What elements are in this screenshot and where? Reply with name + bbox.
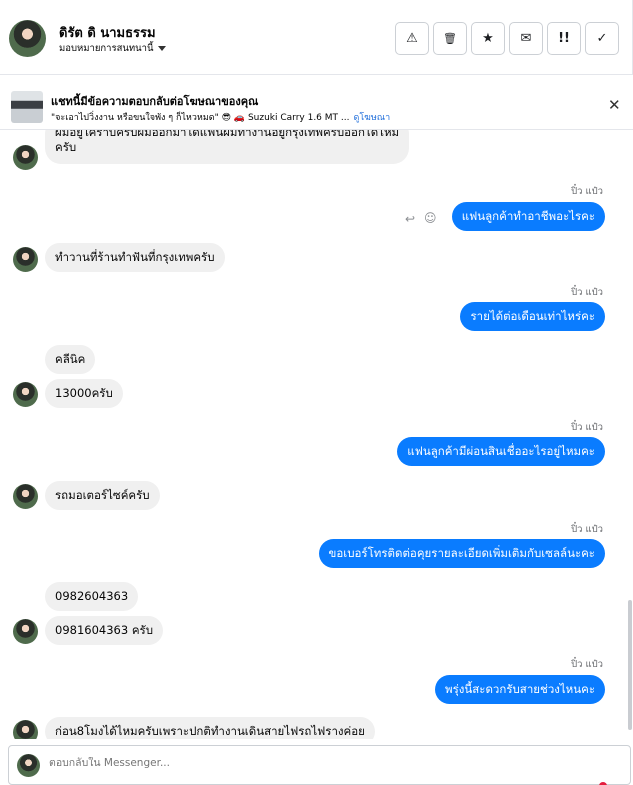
conversation-header: ดิรัต ดิ นามธรรม มอบหมายการสนทนานี้ ⚠ 🗑 … [0, 0, 633, 75]
ad-reply-banner: แชทนี้มีข้อความตอบกลับต่อโฆษณาของคุณ "จะ… [0, 82, 633, 130]
message-text: ทำวานที่ร้านทำฟันที่กรุงเทพครับ [55, 250, 215, 264]
envelope-open-icon: ✉ [520, 31, 532, 46]
emoji-icon[interactable]: ☺ [424, 211, 437, 225]
message-text: ก่อน8โมงได้ไหมครับเพราะปกติทำงานเดินสายไ… [55, 724, 365, 738]
message-text: 0982604363 [55, 589, 129, 603]
incoming-message[interactable]: คลีนิค [45, 345, 96, 374]
contact-name[interactable]: ดิรัต ดิ นามธรรม [59, 22, 156, 43]
follow-up-button[interactable]: !! [547, 22, 581, 55]
outgoing-message[interactable]: พรุ่งนี้สะดวกรับสายช่วงไหนคะ [435, 675, 605, 704]
message-text: 13000ครับ [55, 386, 113, 400]
exclamation-icon: !! [558, 31, 570, 46]
thread-scrollbar[interactable] [628, 130, 632, 739]
outgoing-message[interactable]: รายได้ต่อเดือนเท่าไหร่คะ [460, 302, 605, 331]
ad-thumbnail[interactable] [11, 91, 43, 123]
outgoing-message[interactable]: แฟนลูกค้าทำอาชีพอะไรคะ [451, 202, 605, 231]
message-text: คลีนิค [55, 352, 86, 366]
message-text: รถมอเตอร์ไซค์ครับ [55, 488, 150, 502]
message-thread[interactable]: ผมอยู่ใครำบครับผมออกมาได้แฟนผมทำงานอยู่ก… [0, 130, 633, 739]
message-text: แฟนลูกค้ามีผ่อนสินเชื่ออะไรอยู่ไหมคะ [407, 444, 595, 458]
reply-icon[interactable]: ↩ [405, 212, 415, 226]
incoming-message[interactable]: 0981604363 ครับ [45, 616, 163, 645]
outgoing-message[interactable]: ขอเบอร์โทรติดต่อคุยรายละเอียดเพิ่มเติมกั… [318, 539, 605, 568]
sender-name: ปิ๋ว แป๋ว [571, 186, 603, 197]
ad-banner-subtitle: "จะเอาไปวิ่งงาน หรือขนใจพัง ๆ ก็ไหวหมด" … [51, 110, 403, 124]
incoming-message[interactable]: ก่อน8โมงได้ไหมครับเพราะปกติทำงานเดินสายไ… [45, 717, 375, 739]
view-ad-link[interactable]: ดูโฆษณา [353, 110, 390, 124]
incoming-message[interactable]: ทำวานที่ร้านทำฟันที่กรุงเทพครับ [45, 243, 225, 272]
trash-icon: 🗑 [443, 32, 457, 45]
star-button[interactable]: ★ [471, 22, 505, 55]
scrollbar-thumb[interactable] [628, 600, 632, 730]
message-text: แฟนลูกค้าทำอาชีพอะไรคะ [461, 209, 595, 223]
incoming-message[interactable]: ผมอยู่ใครำบครับผมออกมาได้แฟนผมทำงานอยู่ก… [45, 130, 410, 164]
incoming-message[interactable]: 0982604363 [45, 582, 139, 611]
ad-snippet: "จะเอาไปวิ่งงาน หรือขนใจพัง ๆ ก็ไหวหมด" … [51, 113, 350, 123]
message-text: ขอเบอร์โทรติดต่อคุยรายละเอียดเพิ่มเติมกั… [328, 546, 595, 560]
ad-banner-title: แชทนี้มีข้อความตอบกลับต่อโฆษณาของคุณ [51, 95, 259, 108]
contact-avatar[interactable] [9, 20, 46, 57]
outgoing-message[interactable]: แฟนลูกค้ามีผ่อนสินเชื่ออะไรอยู่ไหมคะ [397, 437, 605, 466]
message-text: 0981604363 ครับ [55, 623, 153, 637]
close-icon[interactable]: ✕ [608, 96, 621, 114]
warning-icon: ⚠ [406, 31, 418, 46]
mark-done-button[interactable]: ✓ [585, 22, 619, 55]
sender-name: ปิ๋ว แป๋ว [571, 287, 603, 298]
reply-input[interactable] [49, 757, 589, 769]
sender-name: ปิ๋ว แป๋ว [571, 659, 603, 670]
sender-avatar[interactable] [13, 247, 38, 272]
mark-unread-button[interactable]: ✉ [509, 22, 543, 55]
reply-composer [8, 745, 631, 785]
delete-button[interactable]: 🗑 [433, 22, 467, 55]
page-avatar [17, 754, 40, 777]
message-text: ครับ [55, 140, 77, 154]
conversation-actions: ⚠ 🗑 ★ ✉ !! ✓ [395, 22, 619, 55]
caret-down-icon [157, 46, 166, 51]
sender-avatar[interactable] [13, 619, 38, 644]
report-spam-button[interactable]: ⚠ [395, 22, 429, 55]
sender-avatar[interactable] [13, 484, 38, 509]
sender-avatar[interactable] [13, 382, 38, 407]
sender-avatar[interactable] [13, 720, 38, 739]
incoming-message[interactable]: รถมอเตอร์ไซค์ครับ [45, 481, 160, 510]
message-text: ผมอยู่ใครำบครับผมออกมาได้แฟนผมทำงานอยู่ก… [55, 130, 400, 139]
sender-avatar[interactable] [13, 145, 38, 170]
sender-name: ปิ๋ว แป๋ว [571, 422, 603, 433]
check-icon: ✓ [596, 31, 608, 46]
star-icon: ★ [482, 31, 494, 46]
sender-name: ปิ๋ว แป๋ว [571, 524, 603, 535]
message-text: รายได้ต่อเดือนเท่าไหร่คะ [470, 309, 595, 323]
message-text: พรุ่งนี้สะดวกรับสายช่วงไหนคะ [445, 682, 595, 696]
assign-conversation-dropdown[interactable]: มอบหมายการสนทนานี้ [59, 41, 166, 56]
assign-label: มอบหมายการสนทนานี้ [59, 43, 154, 54]
incoming-message[interactable]: 13000ครับ [45, 379, 123, 408]
